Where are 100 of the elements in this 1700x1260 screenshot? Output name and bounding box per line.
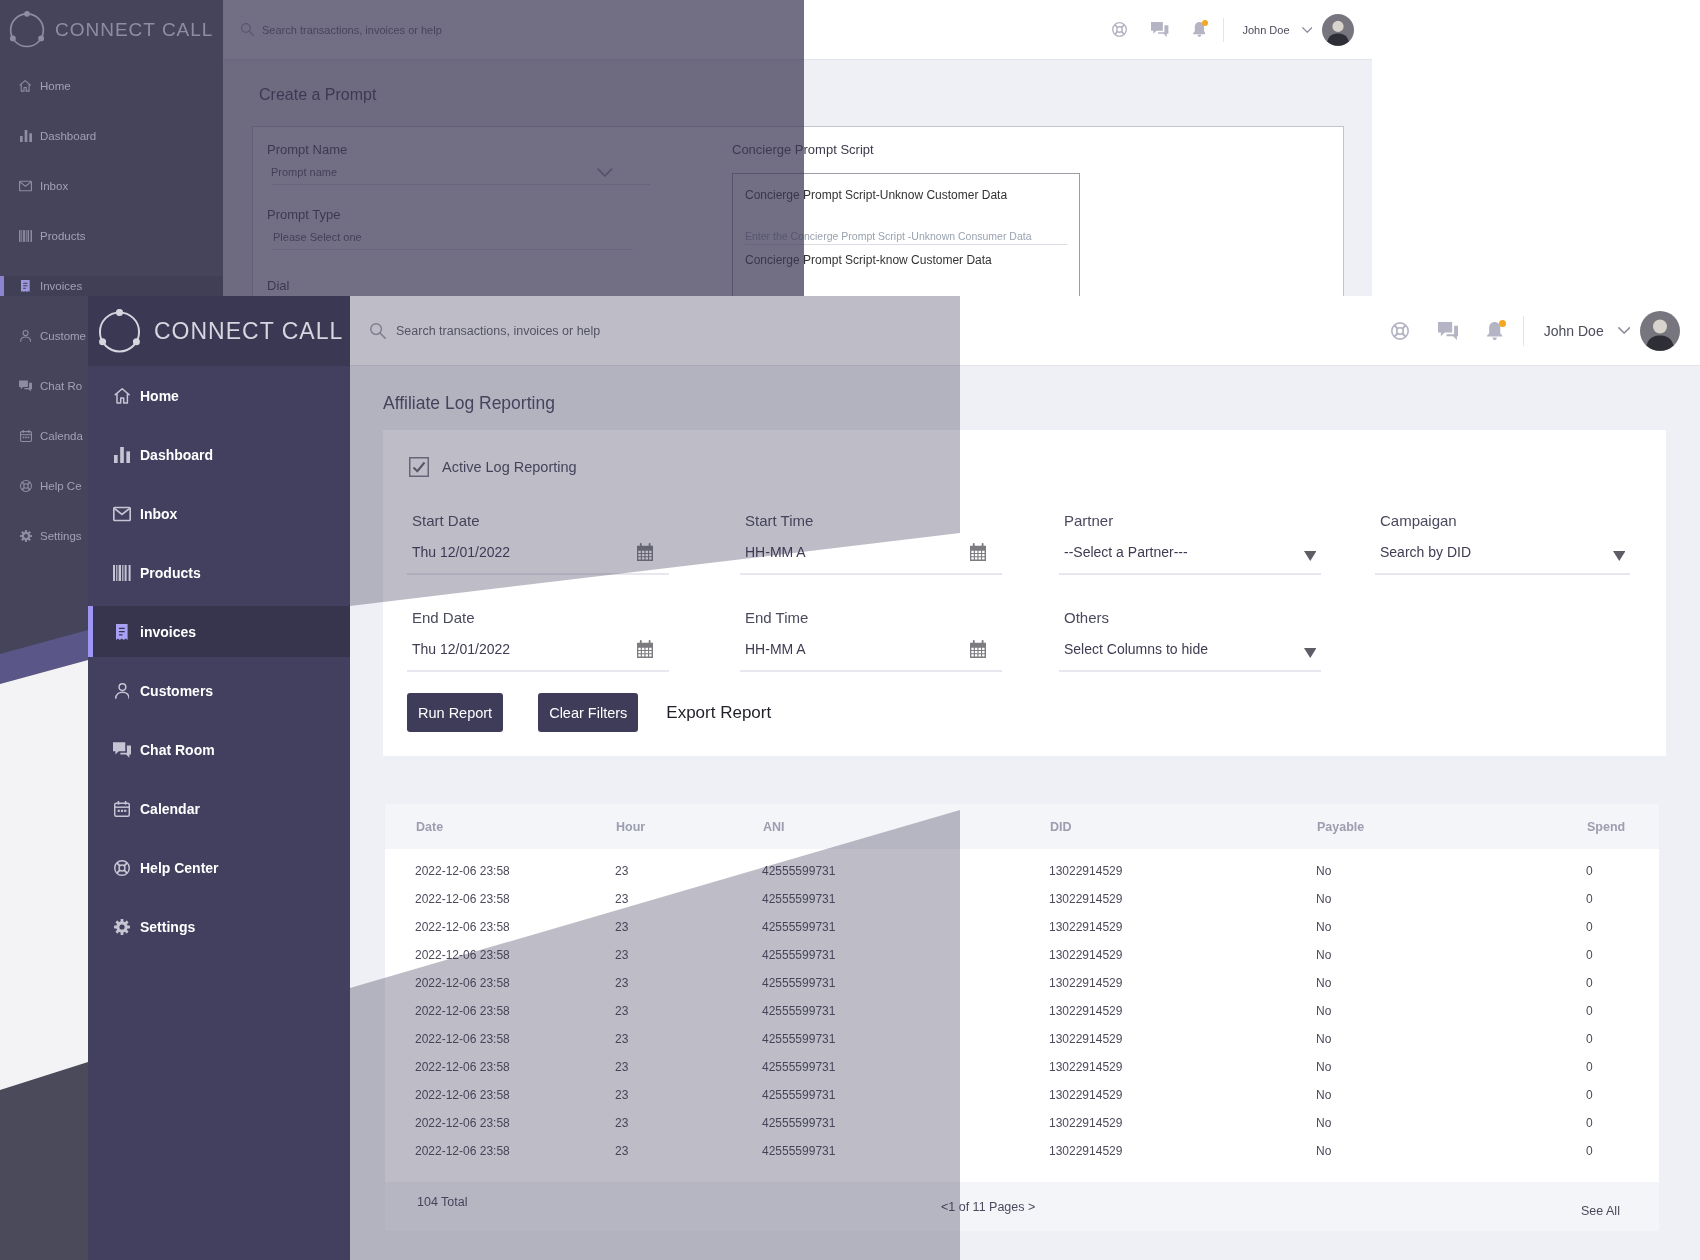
table-cell: 13022914529 bbox=[1049, 948, 1123, 962]
user-menu-button[interactable]: John Doe bbox=[1543, 322, 1630, 339]
sidebar-item[interactable]: Calendar bbox=[88, 783, 350, 834]
logo-icon bbox=[98, 308, 141, 354]
table-cell: 42555599731 bbox=[762, 892, 836, 906]
column-header: Spend bbox=[1587, 819, 1626, 834]
picker-field[interactable]: HH-MM A bbox=[740, 628, 1002, 672]
bell-icon[interactable] bbox=[1487, 321, 1503, 340]
sidebar-item[interactable]: Inbox bbox=[0, 176, 73, 196]
sidebar-item[interactable]: Dashboard bbox=[88, 429, 350, 480]
caret-down-icon bbox=[1612, 551, 1625, 561]
field-label: Campaigan bbox=[1379, 511, 1457, 531]
sidebar-item[interactable]: Chat Ro bbox=[0, 376, 87, 396]
calendar-icon bbox=[636, 543, 653, 561]
avatar-icon[interactable] bbox=[1322, 13, 1354, 46]
dropdown-field[interactable]: Search by DID bbox=[1375, 531, 1630, 575]
table-cell: 13022914529 bbox=[1049, 1004, 1123, 1018]
table-cell: No bbox=[1316, 1004, 1332, 1018]
table-cell: 42555599731 bbox=[762, 1088, 836, 1102]
sidebar-item[interactable]: Custome bbox=[0, 326, 91, 346]
column-header: DID bbox=[1050, 819, 1072, 834]
table-cell: 2022-12-06 23:58 bbox=[415, 864, 510, 878]
sidebar-item[interactable]: Help Center bbox=[88, 842, 350, 893]
dropdown-field[interactable]: --Select a Partner--- bbox=[1059, 531, 1321, 575]
sidebar-item[interactable]: Products bbox=[0, 226, 90, 246]
lifebuoy-icon[interactable] bbox=[1390, 321, 1409, 340]
picker-field[interactable]: HH-MM A bbox=[740, 531, 1002, 575]
table-cell: 23 bbox=[615, 920, 629, 934]
sidebar-item[interactable]: Invoices bbox=[0, 276, 223, 296]
table-cell: 13022914529 bbox=[1049, 976, 1123, 990]
sidebar-item[interactable]: Calenda bbox=[0, 426, 87, 446]
table-cell: No bbox=[1316, 920, 1332, 934]
sidebar-item[interactable]: Help Ce bbox=[0, 476, 86, 496]
sidebar-item[interactable]: Settings bbox=[88, 901, 350, 952]
sidebar-item[interactable]: invoices bbox=[88, 606, 350, 657]
bell-icon[interactable] bbox=[1192, 22, 1206, 37]
chevron-down-icon bbox=[1617, 327, 1630, 334]
barcode-icon bbox=[19, 230, 32, 242]
picker-field[interactable]: Thu 12/01/2022 bbox=[407, 531, 669, 575]
search-icon bbox=[370, 322, 386, 339]
table-cell: 13022914529 bbox=[1049, 1144, 1123, 1158]
lifebuoy-icon bbox=[114, 859, 130, 876]
table-cell: No bbox=[1316, 892, 1332, 906]
field-label: Concierge Prompt Script-Unknow Customer Data bbox=[745, 187, 1009, 204]
table-cell: 2022-12-06 23:58 bbox=[415, 1088, 510, 1102]
table-cell: 42555599731 bbox=[762, 920, 836, 934]
action-button[interactable]: Run Report bbox=[407, 693, 504, 732]
table-cell: 23 bbox=[615, 1144, 629, 1158]
caret-down-icon bbox=[1303, 551, 1316, 561]
pagination-control[interactable]: <1 of 11 Pages > bbox=[941, 1199, 1036, 1215]
checkbox[interactable] bbox=[409, 457, 429, 477]
table-cell: 23 bbox=[615, 948, 629, 962]
sidebar-item[interactable]: Home bbox=[0, 76, 75, 96]
settings-icon bbox=[114, 918, 130, 935]
table-cell: 0 bbox=[1586, 976, 1593, 990]
table-cell: No bbox=[1316, 976, 1332, 990]
action-button[interactable]: Clear Filters bbox=[538, 693, 639, 732]
table-cell: 42555599731 bbox=[762, 948, 836, 962]
sidebar-item[interactable]: Settings bbox=[0, 526, 86, 546]
table-cell: 0 bbox=[1586, 1144, 1593, 1158]
avatar-icon[interactable] bbox=[1640, 310, 1680, 351]
table-cell: 0 bbox=[1586, 1032, 1593, 1046]
sidebar-item[interactable]: Inbox bbox=[88, 488, 350, 539]
page-title: Affiliate Log Reporting bbox=[383, 392, 556, 415]
search-field[interactable]: Search transactions, invoices or help bbox=[396, 323, 716, 338]
table-cell: 23 bbox=[615, 1116, 629, 1130]
column-header: Payable bbox=[1317, 819, 1365, 834]
sidebar-item[interactable]: Chat Room bbox=[88, 724, 350, 775]
see-all-link[interactable]: See All bbox=[1581, 1203, 1620, 1219]
table-cell: 2022-12-06 23:58 bbox=[415, 1060, 510, 1074]
table-cell: No bbox=[1316, 948, 1332, 962]
dropdown-field[interactable]: Select Columns to hide bbox=[1059, 628, 1321, 672]
chat-icon[interactable] bbox=[1437, 321, 1459, 340]
person-icon bbox=[19, 330, 32, 342]
sidebar-item[interactable]: Dashboard bbox=[0, 126, 101, 146]
user-menu-button[interactable]: John Doe bbox=[1242, 23, 1312, 36]
picker-field[interactable]: Thu 12/01/2022 bbox=[407, 628, 669, 672]
table-cell: No bbox=[1316, 864, 1332, 878]
field-label: Start Time bbox=[744, 511, 814, 531]
field-label: End Date bbox=[411, 608, 475, 628]
table-cell: 2022-12-06 23:58 bbox=[415, 1004, 510, 1018]
lifebuoy-icon[interactable] bbox=[1112, 22, 1128, 37]
calendar-icon bbox=[19, 430, 32, 442]
sidebar-item[interactable]: Customers bbox=[88, 665, 350, 716]
sidebar-item[interactable]: Products bbox=[88, 547, 350, 598]
table-cell: 23 bbox=[615, 892, 629, 906]
table-cell: 0 bbox=[1586, 948, 1593, 962]
sidebar-item[interactable]: Home bbox=[88, 370, 350, 421]
person-icon bbox=[114, 682, 130, 699]
table-cell: 2022-12-06 23:58 bbox=[415, 1144, 510, 1158]
envelope-icon bbox=[19, 180, 32, 192]
table-cell: 2022-12-06 23:58 bbox=[415, 920, 510, 934]
table-cell: 42555599731 bbox=[762, 864, 836, 878]
settings-icon bbox=[19, 530, 32, 542]
text-button[interactable]: Export Report bbox=[666, 702, 772, 723]
table-cell: 2022-12-06 23:58 bbox=[415, 1032, 510, 1046]
chat-icon bbox=[19, 380, 32, 392]
calendar-icon bbox=[114, 800, 130, 817]
chat-icon[interactable] bbox=[1151, 22, 1169, 37]
table-cell: 2022-12-06 23:58 bbox=[415, 892, 510, 906]
